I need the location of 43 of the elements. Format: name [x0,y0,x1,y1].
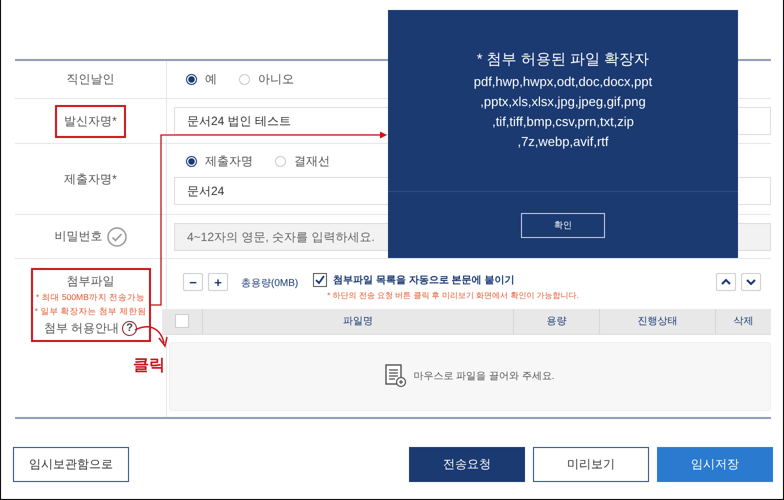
modal-title: * 첨부 허용된 파일 확장자 [476,50,650,69]
column-header: 파일명 [343,315,373,328]
total-size: 총용량(0MB) [241,277,298,290]
check-circle-icon [106,226,126,246]
note-text: * 최대 500MB까지 전송가능 [36,292,146,304]
field-label: 제출자명* [64,170,117,188]
extension-list-line: pdf,hwp,hwpx,odt,doc,docx,ppt [474,73,652,91]
action-button[interactable]: 미리보기 [533,447,649,482]
radio-option[interactable]: 예 [186,71,217,88]
field-label: 첨부파일 [66,273,114,290]
add-button[interactable]: + [208,273,228,291]
select-all-checkbox[interactable] [175,314,189,328]
action-button[interactable]: 임시저장 [657,447,773,482]
radio-option[interactable]: 결재선 [275,153,330,170]
column-header: 삭제 [734,315,754,328]
column-header: 용량 [546,315,566,328]
help-button[interactable]: ? [122,321,138,336]
field-label: 발신자명* [55,104,126,138]
action-button[interactable]: 전송요청 [409,447,525,482]
radio-option[interactable]: 아니오 [239,71,294,88]
remove-button[interactable]: − [183,273,203,291]
move-up-button[interactable] [716,273,736,291]
extension-list-line: ,tif,tiff,bmp,csv,prn,txt,zip [492,113,634,131]
extension-list-line: ,7z,webp,avif,rtf [517,133,609,151]
chevron-up-icon [721,278,731,286]
confirm-button[interactable]: 확인 [521,212,605,238]
extension-list-line: ,pptx,xls,xlsx,jpg,jpeg,gif,png [480,93,646,111]
document-icon [385,364,408,388]
check-icon [314,274,326,286]
auto-attach-checkbox[interactable]: 첨부파일 목록을 자동으로 본문에 붙이기 [313,273,579,287]
guide-label: 첨부 허용안내 [44,320,120,337]
field-label: 비밀번호 [54,228,102,245]
note-text: * 일부 확장자는 첨부 제한됨 [34,306,146,318]
drop-hint: 마우스로 파일을 끌어와 주세요. [413,370,555,384]
chevron-down-icon [746,278,756,286]
column-header: 진행상태 [638,315,678,328]
drop-zone[interactable]: 마우스로 파일을 끌어와 주세요. [169,342,771,411]
move-down-button[interactable] [741,273,761,291]
archive-button[interactable]: 임시보관함으로 [13,447,129,482]
radio-option[interactable]: 제출자명 [186,153,253,170]
hint-text: * 하단의 전송 요청 버튼 클릭 후 미리보기 화면에서 확인이 가능합니다. [326,290,579,301]
field-label: 직인날인 [66,71,114,88]
callout-text: 클릭 [133,356,165,376]
